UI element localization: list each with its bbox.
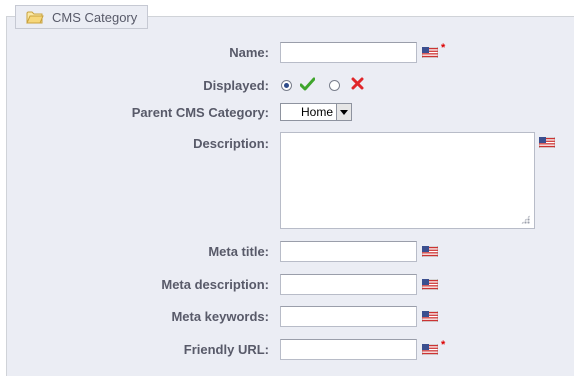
- language-flag-icon[interactable]: [421, 310, 439, 323]
- language-flag-icon[interactable]: [421, 46, 439, 59]
- friendly-url-input[interactable]: [280, 339, 417, 360]
- required-asterisk: *: [441, 339, 446, 351]
- parent-category-value: Home: [300, 105, 333, 119]
- legend-title: CMS Category: [52, 9, 138, 25]
- meta-title-label: Meta title:: [208, 244, 269, 259]
- description-label: Description:: [193, 136, 269, 151]
- displayed-no-radio[interactable]: [329, 80, 340, 91]
- cross-icon[interactable]: [351, 77, 364, 90]
- meta-keywords-input[interactable]: [280, 306, 417, 327]
- check-icon[interactable]: [299, 77, 316, 91]
- friendly-url-label: Friendly URL:: [183, 342, 269, 357]
- displayed-label: Displayed:: [203, 78, 269, 93]
- meta-title-input[interactable]: [280, 241, 417, 262]
- meta-description-input[interactable]: [280, 274, 417, 295]
- parent-category-select[interactable]: Home: [280, 103, 352, 121]
- chevron-down-icon[interactable]: [336, 104, 351, 120]
- fieldset-legend: CMS Category: [15, 5, 148, 29]
- resize-grip-icon[interactable]: [521, 215, 530, 224]
- description-textarea[interactable]: [280, 132, 535, 229]
- language-flag-icon[interactable]: [538, 136, 556, 149]
- folder-icon: [26, 10, 44, 24]
- meta-keywords-label: Meta keywords:: [171, 309, 269, 324]
- displayed-yes-radio[interactable]: [281, 80, 292, 91]
- language-flag-icon[interactable]: [421, 343, 439, 356]
- parent-category-label: Parent CMS Category:: [131, 105, 269, 120]
- required-asterisk: *: [441, 42, 446, 54]
- language-flag-icon[interactable]: [421, 245, 439, 258]
- name-label: Name:: [229, 45, 269, 60]
- meta-description-label: Meta description:: [161, 277, 269, 292]
- language-flag-icon[interactable]: [421, 278, 439, 291]
- name-input[interactable]: [280, 42, 417, 63]
